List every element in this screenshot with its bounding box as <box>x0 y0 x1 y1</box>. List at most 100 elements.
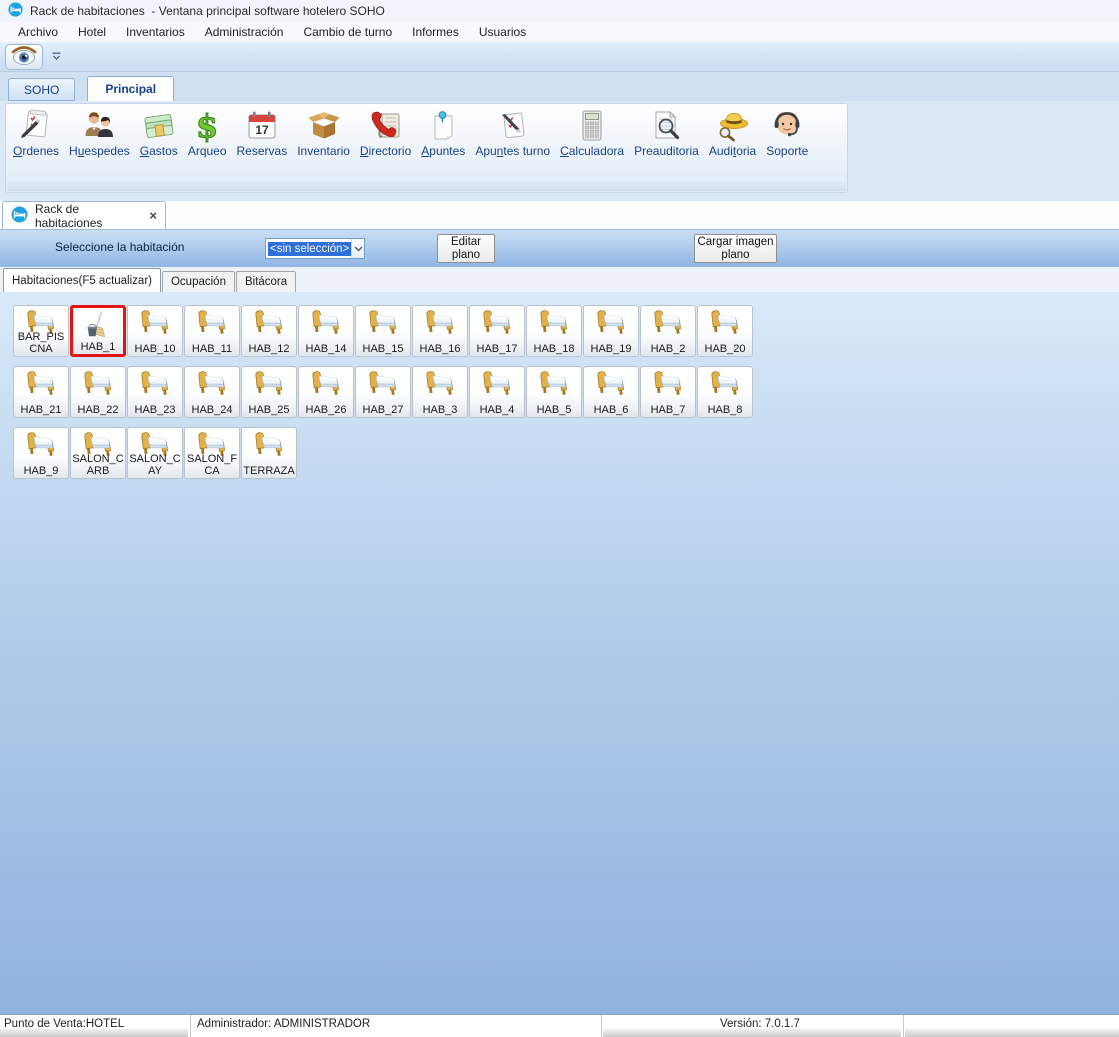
bed-icon <box>253 308 285 340</box>
close-icon[interactable]: × <box>149 209 157 222</box>
room-row: HAB_21HAB_22HAB_23HAB_24HAB_25HAB_26HAB_… <box>13 366 1119 418</box>
ribbon-item-auditoria[interactable]: Auditoria <box>704 108 761 159</box>
ribbon-item-inventario[interactable]: Inventario <box>292 108 355 159</box>
audit-icon <box>716 109 750 143</box>
room-button-label: HAB_4 <box>471 404 523 416</box>
ribbon-item-gastos[interactable]: Gastos <box>135 108 183 159</box>
room-button-hab-20[interactable]: HAB_20 <box>697 305 753 357</box>
room-button-hab-25[interactable]: HAB_25 <box>241 366 297 418</box>
room-button-hab-2[interactable]: HAB_2 <box>640 305 696 357</box>
ribbon-item-soporte[interactable]: Soporte <box>761 108 813 159</box>
menu-item-archivo[interactable]: Archivo <box>8 23 68 41</box>
room-button-hab-11[interactable]: HAB_11 <box>184 305 240 357</box>
room-button-hab-21[interactable]: HAB_21 <box>13 366 69 418</box>
tab-habitaciones[interactable]: Habitaciones(F5 actualizar) <box>3 268 161 292</box>
tab-soho[interactable]: SOHO <box>8 78 75 101</box>
room-select-combo[interactable]: <sin selección> <box>265 238 365 259</box>
bed-icon <box>538 308 570 340</box>
room-button-terraza[interactable]: TERRAZA <box>241 427 297 479</box>
shift-notes-icon <box>496 109 530 143</box>
room-button-hab-8[interactable]: HAB_8 <box>697 366 753 418</box>
room-button-hab-5[interactable]: HAB_5 <box>526 366 582 418</box>
ribbon-item-arqueo[interactable]: $Arqueo <box>183 108 232 159</box>
tab-bitacora[interactable]: Bitácora <box>236 271 296 292</box>
room-button-hab-19[interactable]: HAB_19 <box>583 305 639 357</box>
room-button-hab-15[interactable]: HAB_15 <box>355 305 411 357</box>
status-divider <box>190 1015 191 1037</box>
ribbon-item-reservas[interactable]: 17 Reservas <box>232 108 293 159</box>
menu-item-administracio-n[interactable]: Administración <box>195 23 294 41</box>
room-button-hab-23[interactable]: HAB_23 <box>127 366 183 418</box>
room-button-salon-fca[interactable]: SALON_FCA <box>184 427 240 479</box>
ribbon-item-preauditoria[interactable]: Preauditoria <box>629 108 704 159</box>
room-button-salon-cay[interactable]: SALON_CAY <box>127 427 183 479</box>
ribbon-item-label: Reservas <box>237 145 288 158</box>
document-tab-rack[interactable]: Rack de habitaciones × <box>2 201 166 229</box>
tab-ocupacion[interactable]: Ocupación <box>162 271 235 292</box>
room-button-hab-16[interactable]: HAB_16 <box>412 305 468 357</box>
room-button-hab-3[interactable]: HAB_3 <box>412 366 468 418</box>
room-button-salon-carb[interactable]: SALON_CARB <box>70 427 126 479</box>
room-button-label: HAB_12 <box>243 343 295 355</box>
room-button-hab-14[interactable]: HAB_14 <box>298 305 354 357</box>
ribbon-item-label: Soporte <box>766 145 808 158</box>
ribbon-item-apuntes[interactable]: Apuntes <box>416 108 470 159</box>
room-button-hab-17[interactable]: HAB_17 <box>469 305 525 357</box>
bed-icon <box>253 369 285 401</box>
edit-plan-button[interactable]: Editar plano <box>437 234 495 263</box>
status-bar: Punto de Venta:HOTEL Administrador: ADMI… <box>0 1014 1119 1037</box>
ribbon-item-huespedes[interactable]: Huespedes <box>64 108 135 159</box>
room-button-hab-12[interactable]: HAB_12 <box>241 305 297 357</box>
room-button-hab-7[interactable]: HAB_7 <box>640 366 696 418</box>
ribbon-item-ordenes[interactable]: Ordenes <box>8 108 64 159</box>
room-button-bar-piscna[interactable]: BAR_PISCNA <box>13 305 69 357</box>
room-button-label: HAB_5 <box>528 404 580 416</box>
room-button-label: HAB_16 <box>414 343 466 355</box>
room-button-label: HAB_7 <box>642 404 694 416</box>
room-button-hab-18[interactable]: HAB_18 <box>526 305 582 357</box>
room-button-hab-24[interactable]: HAB_24 <box>184 366 240 418</box>
ribbon-item-calculadora[interactable]: Calculadora <box>555 108 629 159</box>
room-button-hab-1[interactable]: HAB_1 <box>70 305 126 357</box>
tab-ocupacion-label: Ocupación <box>171 276 226 288</box>
room-button-label: HAB_19 <box>585 343 637 355</box>
room-button-label: TERRAZA <box>243 465 295 477</box>
load-plan-image-button[interactable]: Cargar imagen plano <box>694 234 777 263</box>
ribbon-item-apuntes-turno[interactable]: Apuntes turno <box>470 108 555 159</box>
room-button-label: HAB_18 <box>528 343 580 355</box>
menu-item-cambio-de-turno[interactable]: Cambio de turno <box>293 23 402 41</box>
room-button-hab-26[interactable]: HAB_26 <box>298 366 354 418</box>
bed-icon <box>595 308 627 340</box>
rack-eye-button[interactable] <box>5 44 43 70</box>
menu-item-usuarios[interactable]: Usuarios <box>469 23 536 41</box>
room-button-label: HAB_9 <box>15 465 67 477</box>
orders-icon <box>19 109 53 143</box>
room-button-label: BAR_PISCNA <box>15 331 67 355</box>
menu-item-informes[interactable]: Informes <box>402 23 469 41</box>
bed-icon <box>538 369 570 401</box>
bed-icon <box>139 369 171 401</box>
room-button-label: HAB_6 <box>585 404 637 416</box>
room-button-hab-4[interactable]: HAB_4 <box>469 366 525 418</box>
room-button-hab-27[interactable]: HAB_27 <box>355 366 411 418</box>
ribbon-item-label: Inventario <box>297 145 350 158</box>
ribbon-item-directorio[interactable]: Directorio <box>355 108 416 159</box>
ribbon-item-label: Auditoria <box>709 145 756 158</box>
reservations-icon: 17 <box>245 109 279 143</box>
room-button-hab-22[interactable]: HAB_22 <box>70 366 126 418</box>
qat-overflow-icon[interactable] <box>49 49 63 65</box>
ribbon-item-label: Calculadora <box>560 145 624 158</box>
room-button-hab-9[interactable]: HAB_9 <box>13 427 69 479</box>
bed-icon <box>481 369 513 401</box>
directory-icon <box>369 109 403 143</box>
menu-item-hotel[interactable]: Hotel <box>68 23 116 41</box>
room-button-label: HAB_10 <box>129 343 181 355</box>
menu-item-inventarios[interactable]: Inventarios <box>116 23 195 41</box>
room-button-hab-6[interactable]: HAB_6 <box>583 366 639 418</box>
bed-icon <box>652 308 684 340</box>
room-button-hab-10[interactable]: HAB_10 <box>127 305 183 357</box>
room-button-label: HAB_26 <box>300 404 352 416</box>
tab-principal[interactable]: Principal <box>87 76 174 101</box>
combo-dropdown-button[interactable] <box>351 239 364 258</box>
room-button-label: HAB_22 <box>72 404 124 416</box>
